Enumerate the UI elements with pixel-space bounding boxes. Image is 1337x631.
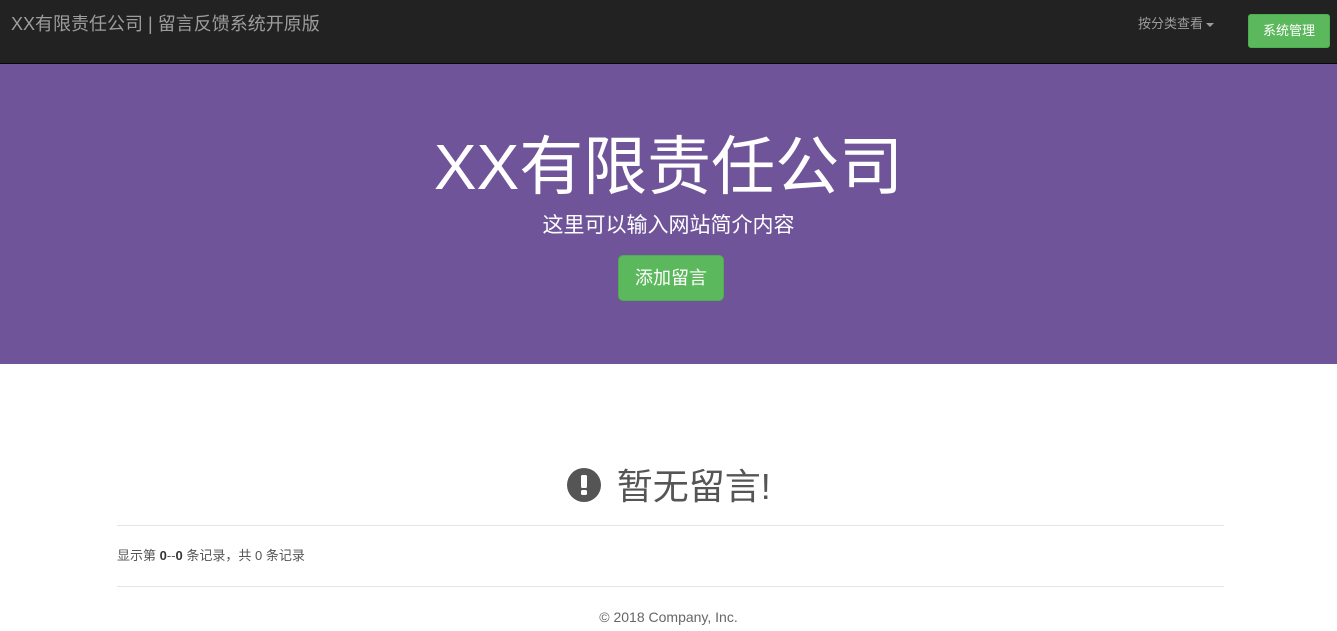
record-range-end: 0 bbox=[175, 548, 183, 563]
empty-state: 暂无留言! bbox=[0, 460, 1337, 516]
category-dropdown-label: 按分类查看 bbox=[1138, 16, 1204, 31]
hero-subtitle: 这里可以输入网站简介内容 bbox=[542, 214, 795, 237]
record-prefix: 显示第 bbox=[117, 548, 157, 563]
record-range-start: 0 bbox=[159, 548, 167, 563]
divider-bottom bbox=[117, 586, 1224, 587]
exclamation-circle-icon bbox=[566, 467, 602, 508]
empty-message: 暂无留言! bbox=[616, 466, 771, 507]
category-dropdown[interactable]: 按分类查看 bbox=[1138, 14, 1215, 34]
record-middle: 条记录，共 bbox=[186, 548, 252, 563]
top-navbar: XX有限责任公司 | 留言反馈系统开原版 按分类查看 系统管理 bbox=[0, 0, 1337, 64]
footer-copyright: © 2018 Company, Inc. bbox=[599, 609, 738, 625]
hero-banner: XX有限责任公司 这里可以输入网站简介内容 添加留言 bbox=[0, 64, 1337, 364]
navbar-brand[interactable]: XX有限责任公司 | 留言反馈系统开原版 bbox=[11, 12, 320, 36]
add-message-button[interactable]: 添加留言 bbox=[618, 255, 724, 301]
record-total: 0 bbox=[255, 548, 263, 563]
hero-title: XX有限责任公司 bbox=[433, 131, 904, 203]
divider-top bbox=[117, 525, 1224, 526]
admin-button[interactable]: 系统管理 bbox=[1248, 14, 1330, 48]
caret-down-icon bbox=[1206, 22, 1215, 27]
record-range-sep: -- bbox=[166, 548, 176, 563]
record-count: 显示第 0--0 条记录，共 0 条记录 bbox=[117, 546, 305, 566]
record-suffix: 条记录 bbox=[265, 548, 305, 563]
